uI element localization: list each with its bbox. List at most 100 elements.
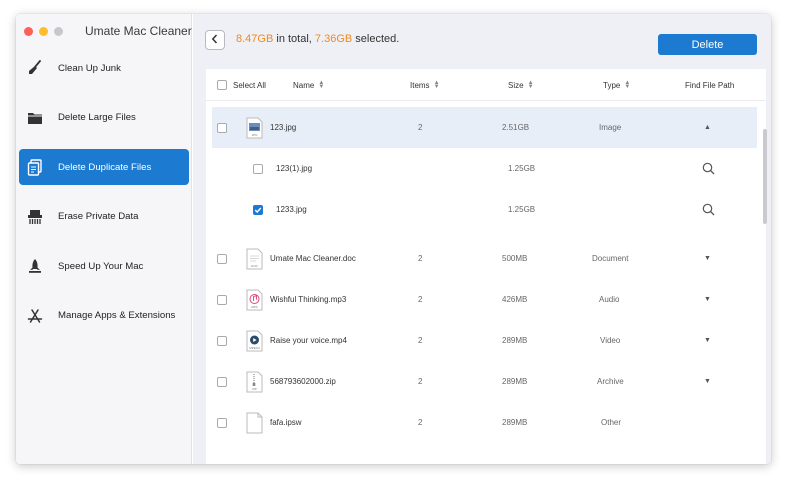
top-bar: 8.47GB in total, 7.36GB selected. Delete xyxy=(193,14,771,66)
file-type: Video xyxy=(600,336,621,345)
file-items: 2 xyxy=(418,123,423,132)
file-type: Image xyxy=(599,123,622,132)
row-checkbox[interactable] xyxy=(217,376,227,387)
size-header-label: Size xyxy=(508,80,524,90)
table-row[interactable]: JPG 123.jpg 2 2.51GB Image ▲ xyxy=(212,107,757,148)
sidebar-item-clean-up-junk[interactable]: Clean Up Junk xyxy=(19,50,189,86)
main-panel: 8.47GB in total, 7.36GB selected. Delete… xyxy=(193,14,771,464)
svg-text:DOC: DOC xyxy=(251,264,259,268)
file-items: 2 xyxy=(418,377,423,386)
file-name: fafa.ipsw xyxy=(270,418,302,427)
row-checkbox[interactable] xyxy=(217,417,227,428)
file-size: 289MB xyxy=(502,377,528,386)
file-size: 1.25GB xyxy=(508,164,536,173)
sidebar-item-delete-large-files[interactable]: Delete Large Files xyxy=(19,100,189,136)
svg-text:MPEG4: MPEG4 xyxy=(249,346,260,350)
sort-icon: ▲ ▼ xyxy=(433,80,440,90)
search-icon[interactable] xyxy=(702,148,715,189)
app-window: Umate Mac Cleaner Clean Up Junk Delete L… xyxy=(16,14,771,464)
broom-icon xyxy=(26,59,44,77)
sidebar-item-label: Delete Duplicate Files xyxy=(58,161,152,173)
row-checkbox[interactable] xyxy=(253,204,263,215)
file-type: Audio xyxy=(599,295,620,304)
duplicate-files-icon xyxy=(26,158,44,176)
sidebar-item-speed-up-your-mac[interactable]: Speed Up Your Mac xyxy=(19,248,189,284)
search-icon[interactable] xyxy=(702,189,715,230)
row-checkbox[interactable] xyxy=(217,294,227,305)
rocket-icon xyxy=(26,257,44,275)
table-row[interactable]: ZIP 568793602000.zip 2 289MB Archive ▼ xyxy=(206,361,766,402)
svg-text:MP3: MP3 xyxy=(251,305,258,309)
sort-icon: ▲ ▼ xyxy=(624,80,631,90)
sidebar-item-label: Manage Apps & Extensions xyxy=(58,310,176,322)
file-type: Archive xyxy=(597,377,624,386)
name-column-header[interactable]: Name ▲ ▼ xyxy=(293,69,324,101)
zoom-window-button[interactable] xyxy=(54,27,63,36)
file-type: Document xyxy=(592,254,629,263)
sort-icon: ▲ ▼ xyxy=(527,80,534,90)
sidebar-item-manage-apps-extensions[interactable]: Manage Apps & Extensions xyxy=(19,298,189,334)
collapse-arrow-icon[interactable]: ▲ xyxy=(704,107,711,148)
selection-summary: 8.47GB in total, 7.36GB selected. xyxy=(236,33,399,45)
table-header: Select All Name ▲ ▼ Items ▲ ▼ Size ▲ ▼ Type… xyxy=(206,69,766,101)
delete-button[interactable]: Delete xyxy=(658,34,757,55)
sidebar-item-label: Delete Large Files xyxy=(58,112,136,124)
file-name: Wishful Thinking.mp3 xyxy=(270,295,347,304)
file-type: Other xyxy=(601,418,622,427)
size-column-header[interactable]: Size ▲ ▼ xyxy=(508,69,534,101)
file-size: 500MB xyxy=(502,254,528,263)
sidebar-item-label: Erase Private Data xyxy=(58,211,139,223)
expand-arrow-icon[interactable]: ▼ xyxy=(704,238,711,279)
image-file-icon: JPG xyxy=(246,107,263,148)
table-row[interactable]: 123(1).jpg 1.25GB xyxy=(206,148,766,189)
name-header-label: Name xyxy=(293,80,315,90)
items-header-label: Items xyxy=(410,80,430,90)
folder-icon xyxy=(26,109,44,127)
vertical-scrollbar[interactable] xyxy=(763,129,767,224)
sidebar-item-label: Clean Up Junk xyxy=(58,62,121,74)
type-header-label: Type xyxy=(603,80,621,90)
select-all-label: Select All xyxy=(233,80,266,90)
minimize-window-button[interactable] xyxy=(39,27,48,36)
table-row[interactable]: fafa.ipsw 2 289MB Other xyxy=(206,402,766,443)
sidebar-item-delete-duplicate-files[interactable]: Delete Duplicate Files xyxy=(19,149,189,186)
file-name: Umate Mac Cleaner.doc xyxy=(270,254,356,263)
shredder-icon xyxy=(26,208,44,226)
svg-text:JPG: JPG xyxy=(252,133,259,137)
expand-arrow-icon[interactable]: ▼ xyxy=(704,361,711,402)
items-column-header[interactable]: Items ▲ ▼ xyxy=(410,69,440,101)
table-row[interactable]: 1233.jpg 1.25GB xyxy=(206,189,766,230)
row-checkbox[interactable] xyxy=(217,122,227,133)
expand-arrow-icon[interactable]: ▼ xyxy=(704,320,711,361)
file-name: Raise your voice.mp4 xyxy=(270,336,347,345)
select-all-column[interactable]: Select All xyxy=(217,69,266,101)
back-button[interactable] xyxy=(205,30,225,50)
app-store-icon xyxy=(26,307,44,325)
select-all-checkbox[interactable] xyxy=(217,80,227,90)
file-name: 123(1).jpg xyxy=(276,164,313,173)
total-size: 8.47GB xyxy=(236,33,274,45)
type-column-header[interactable]: Type ▲ ▼ xyxy=(603,69,630,101)
table-row[interactable]: MP3 Wishful Thinking.mp3 2 426MB Audio ▼ xyxy=(206,279,766,320)
close-window-button[interactable] xyxy=(24,27,33,36)
expand-arrow-icon[interactable]: ▼ xyxy=(704,279,711,320)
row-checkbox[interactable] xyxy=(253,163,263,174)
file-items: 2 xyxy=(418,295,423,304)
generic-file-icon xyxy=(246,402,263,443)
path-header-label: Find File Path xyxy=(685,80,735,90)
file-name: 1233.jpg xyxy=(276,205,307,214)
file-size: 289MB xyxy=(502,418,528,427)
sidebar-item-label: Speed Up Your Mac xyxy=(58,260,144,272)
table-row[interactable]: MPEG4 Raise your voice.mp4 2 289MB Video… xyxy=(206,320,766,361)
sidebar-item-erase-private-data[interactable]: Erase Private Data xyxy=(19,199,189,235)
sidebar: Umate Mac Cleaner Clean Up Junk Delete L… xyxy=(16,14,192,464)
file-name: 568793602000.zip xyxy=(270,377,336,386)
path-column-header: Find File Path xyxy=(685,69,734,101)
window-controls xyxy=(24,27,63,36)
file-items: 2 xyxy=(418,254,423,263)
table-row[interactable]: DOC Umate Mac Cleaner.doc 2 500MB Docume… xyxy=(206,238,766,279)
selected-size: 7.36GB xyxy=(314,33,353,45)
row-checkbox[interactable] xyxy=(217,253,227,264)
row-checkbox[interactable] xyxy=(217,335,227,346)
file-table: Select All Name ▲ ▼ Items ▲ ▼ Size ▲ ▼ Type… xyxy=(206,69,766,464)
